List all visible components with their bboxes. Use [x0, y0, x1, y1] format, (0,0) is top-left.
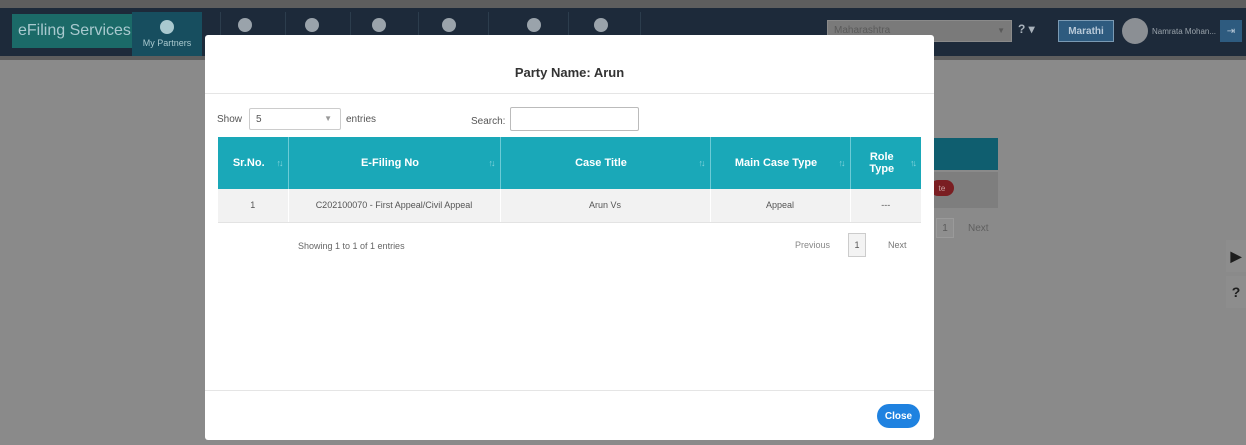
sort-icon: ↑↓ [910, 158, 917, 168]
language-button[interactable]: Marathi [1058, 20, 1114, 42]
background-next-link: Next [968, 223, 989, 234]
pagination-previous[interactable]: Previous [795, 240, 830, 250]
modal-header-divider [205, 93, 934, 94]
sort-icon: ↑↓ [838, 158, 846, 168]
avatar[interactable] [1122, 18, 1148, 44]
column-header-main-case-type[interactable]: Main Case Type ↑↓ [710, 137, 851, 189]
column-header-label: Case Title [575, 157, 627, 169]
close-button[interactable]: Close [877, 404, 920, 428]
cell-case-title: Arun Vs [500, 189, 711, 223]
nav-my-partners[interactable]: My Partners [132, 12, 202, 56]
help-menu[interactable]: ? ▾ [1018, 22, 1035, 36]
pencil-icon[interactable] [238, 18, 252, 32]
rupee-icon[interactable] [442, 18, 456, 32]
brand-logo[interactable]: eFiling Services [12, 14, 137, 48]
column-header-efiling-no[interactable]: E-Filing No ↑↓ [288, 137, 501, 189]
document-icon[interactable] [305, 18, 319, 32]
search-label: Search: [471, 116, 506, 127]
cell-sr-no: 1 [218, 189, 289, 223]
table-row: 1 C202100070 - First Appeal/Civil Appeal… [218, 189, 921, 223]
background-page-number: 1 [936, 218, 954, 238]
column-header-label: Sr.No. [232, 157, 265, 169]
sort-icon: ↑↓ [276, 158, 284, 168]
cell-main-case-type: Appeal [710, 189, 851, 223]
column-header-sr-no[interactable]: Sr.No. ↑↓ [218, 137, 289, 189]
shield-icon[interactable] [372, 18, 386, 32]
column-header-label: Role Type [869, 151, 895, 175]
pagination-next[interactable]: Next [888, 240, 907, 250]
search-input[interactable] [510, 107, 639, 131]
sort-icon: ↑↓ [488, 158, 496, 168]
file-icon[interactable] [527, 18, 541, 32]
briefcase-icon[interactable] [594, 18, 608, 32]
help-icon[interactable]: ? [1226, 276, 1246, 308]
pagination-page-1[interactable]: 1 [848, 233, 866, 257]
cell-efiling-no: C202100070 - First Appeal/Civil Appeal [288, 189, 501, 223]
modal-title: Party Name: Arun [514, 65, 625, 80]
page-length-value: 5 [256, 114, 262, 125]
modal-footer-divider [205, 390, 934, 391]
table-info-text: Showing 1 to 1 of 1 entries [298, 241, 405, 251]
sort-icon: ↑↓ [698, 158, 706, 168]
user-name[interactable]: Namrata Mohan... [1152, 27, 1216, 36]
cell-role-type: --- [850, 189, 921, 223]
page-length-select[interactable]: 5 ▼ [249, 108, 341, 130]
cases-table: Sr.No. ↑↓ E-Filing No ↑↓ Case Title ↑↓ M… [218, 137, 921, 223]
chevron-down-icon: ▼ [997, 26, 1005, 35]
column-header-label: E-Filing No [360, 157, 420, 169]
logout-button[interactable]: ⇥ [1220, 20, 1242, 42]
background-table-header [930, 138, 998, 170]
party-cases-modal: Party Name: Arun Show 5 ▼ entries Search… [205, 35, 934, 440]
chevron-down-icon: ▼ [324, 114, 332, 123]
column-header-label: Main Case Type [734, 157, 818, 169]
play-icon[interactable]: ▶ [1226, 240, 1246, 272]
partners-icon [160, 20, 174, 34]
column-header-case-title[interactable]: Case Title ↑↓ [500, 137, 711, 189]
column-header-role-type[interactable]: Role Type ↑↓ [850, 137, 921, 189]
logout-icon: ⇥ [1226, 25, 1236, 37]
entries-label: entries [346, 114, 377, 125]
show-label: Show [217, 114, 243, 125]
nav-my-partners-label: My Partners [142, 38, 192, 48]
table-header-row: Sr.No. ↑↓ E-Filing No ↑↓ Case Title ↑↓ M… [218, 137, 921, 189]
